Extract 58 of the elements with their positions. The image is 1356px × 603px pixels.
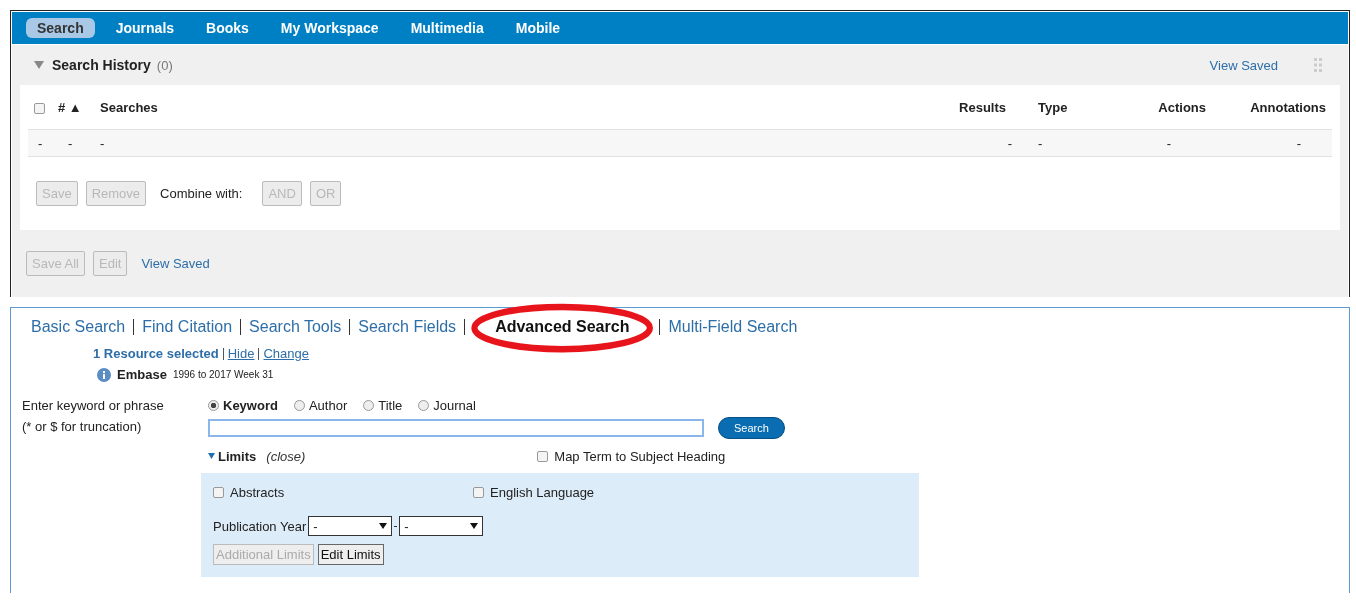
field-radio[interactable]: Keyword xyxy=(208,398,278,413)
table-cell: - xyxy=(1007,135,1012,151)
view-saved-link[interactable]: View Saved xyxy=(1209,57,1278,73)
field-radio[interactable]: Title xyxy=(363,398,403,413)
table-cell: - xyxy=(1166,135,1172,151)
select-all-checkbox[interactable] xyxy=(34,102,45,114)
table-cell: - xyxy=(1038,135,1043,151)
table-cell: - xyxy=(38,135,43,151)
column-header: Actions xyxy=(1158,99,1206,115)
limits-toggle[interactable]: Limits xyxy=(208,448,257,464)
field-radio[interactable]: Author xyxy=(293,398,348,413)
dropdown-arrow-icon[interactable] xyxy=(379,523,388,529)
prompt-label: Enter keyword or phrase xyxy=(22,398,165,413)
history-count: (0) xyxy=(156,57,173,73)
year-label: Publication Year xyxy=(213,518,307,534)
search-mode-tab[interactable]: Search Fields xyxy=(358,318,457,336)
search-mode-tab[interactable]: Search Tools xyxy=(249,318,342,336)
close-link[interactable]: (close) xyxy=(266,448,306,464)
search-mode-tab[interactable]: Basic Search xyxy=(31,318,126,336)
nav-tab[interactable]: Multimedia xyxy=(399,18,495,38)
year-to-select[interactable]: - xyxy=(399,516,484,536)
nav-tab[interactable]: My Workspace xyxy=(269,18,390,38)
search-mode-tab[interactable]: Find Citation xyxy=(142,318,233,336)
drag-handle-icon[interactable] xyxy=(1314,58,1322,72)
year-from-select[interactable]: - xyxy=(308,516,393,536)
table-cell: - xyxy=(68,135,73,151)
nav-tab[interactable]: Books xyxy=(195,18,260,38)
nav-tab[interactable]: Search xyxy=(26,18,95,38)
limit-checkbox[interactable]: Abstracts xyxy=(213,485,473,500)
column-header: Results xyxy=(959,99,1006,115)
info-icon[interactable] xyxy=(97,367,111,382)
column-header: Type xyxy=(1038,99,1068,115)
database-name: Embase xyxy=(117,367,167,382)
change-link[interactable]: Change xyxy=(263,346,310,361)
view-saved-link[interactable]: View Saved xyxy=(141,256,210,271)
column-header[interactable]: # ▲ xyxy=(58,99,82,115)
hide-link[interactable]: Hide xyxy=(227,346,255,361)
dropdown-arrow-icon[interactable] xyxy=(470,523,479,529)
combine-label: Combine with: xyxy=(160,186,243,201)
nav-tab[interactable]: Journals xyxy=(104,18,186,38)
map-term-checkbox[interactable]: Map Term to Subject Heading xyxy=(537,448,726,464)
limit-checkbox[interactable]: English Language xyxy=(473,485,733,500)
table-cell: - xyxy=(1296,135,1302,151)
caret-icon[interactable] xyxy=(208,453,215,459)
nav-tab[interactable]: Mobile xyxy=(504,18,572,38)
database-range: 1996 to 2017 Week 31 xyxy=(172,369,274,380)
column-header: Searches xyxy=(100,99,158,115)
column-header: Annotations xyxy=(1250,99,1326,115)
search-mode-tab[interactable]: Multi-Field Search xyxy=(668,318,798,336)
limits-button[interactable]: Edit Limits xyxy=(317,544,384,565)
field-radio[interactable]: Journal xyxy=(418,398,476,413)
panel-title: Search History xyxy=(52,57,151,73)
resource-count: 1 Resource selected xyxy=(93,346,219,361)
truncation-hint: (* or $ for truncation) xyxy=(22,419,143,434)
search-button[interactable]: Search xyxy=(718,417,785,439)
table-cell: - xyxy=(100,135,105,151)
collapse-icon[interactable] xyxy=(34,61,44,69)
search-input[interactable] xyxy=(208,419,704,437)
